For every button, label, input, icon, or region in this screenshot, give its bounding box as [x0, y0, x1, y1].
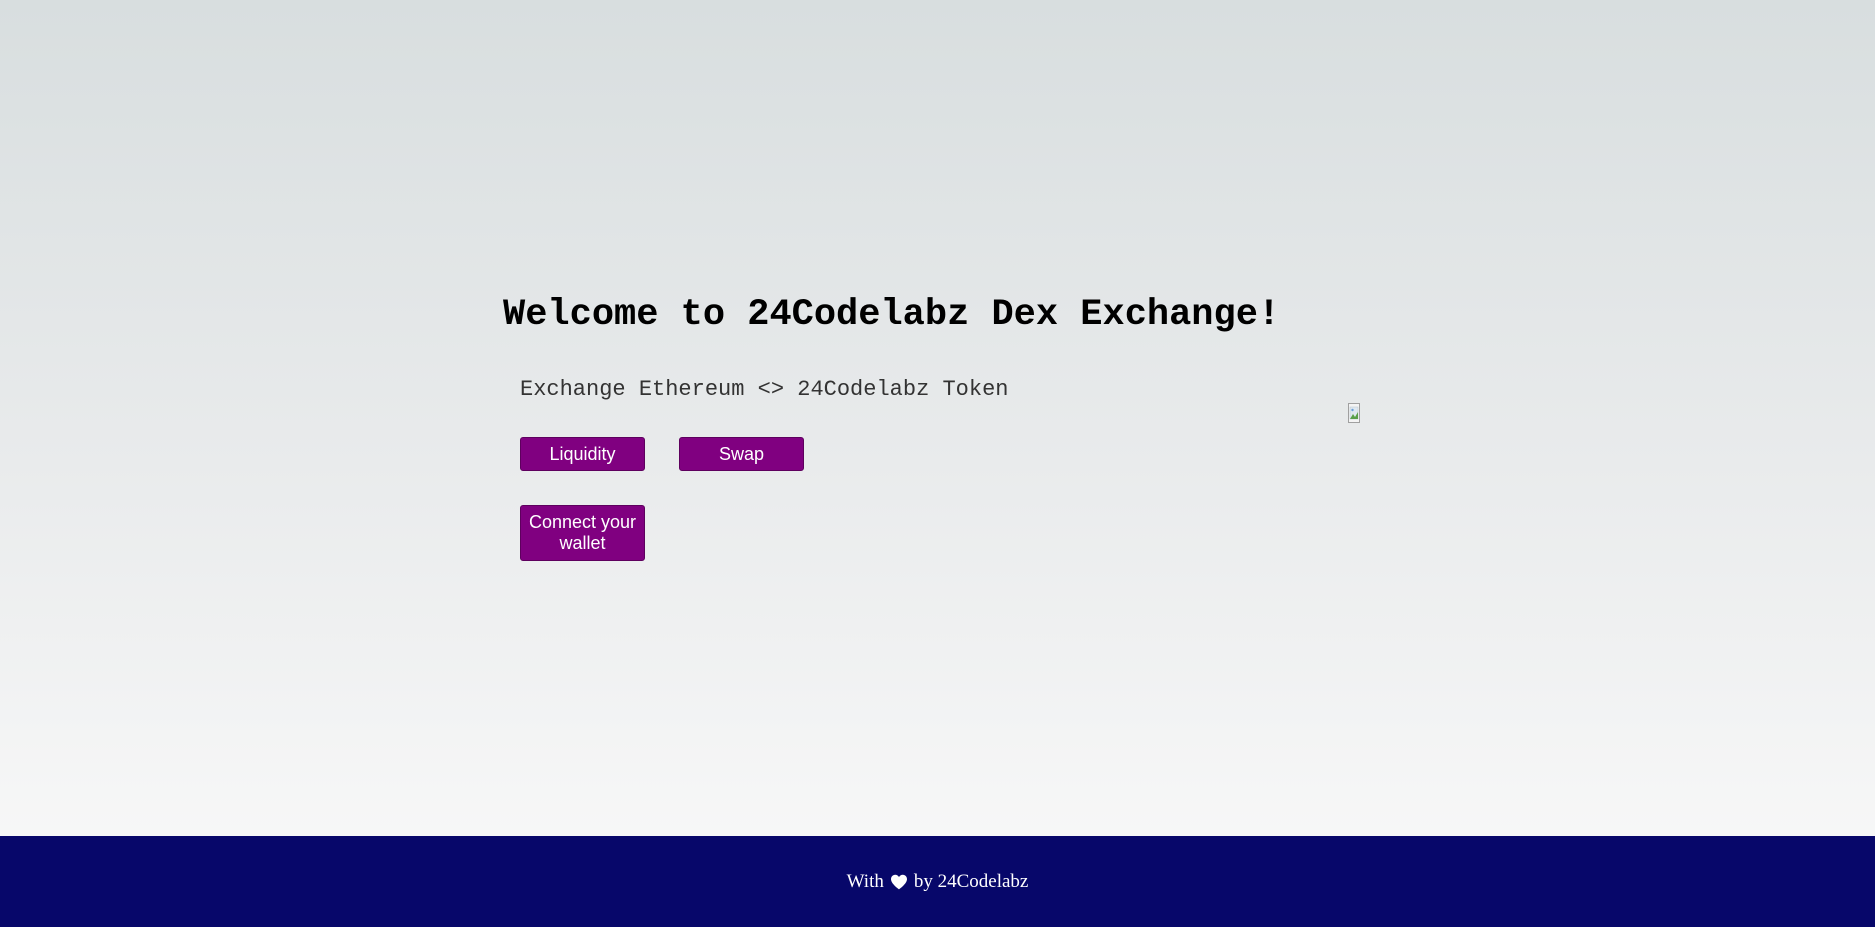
footer: With by 24Codelabz — [0, 836, 1875, 927]
liquidity-button[interactable]: Liquidity — [520, 437, 645, 471]
page-title: Welcome to 24Codelabz Dex Exchange! — [503, 294, 1281, 336]
page-subtitle: Exchange Ethereum <> 24Codelabz Token — [520, 377, 1009, 402]
footer-prefix: With — [846, 870, 884, 892]
broken-image-icon — [1348, 403, 1360, 423]
swap-button[interactable]: Swap — [679, 437, 804, 471]
footer-suffix: by 24Codelabz — [913, 870, 1029, 892]
connect-wallet-button[interactable]: Connect your wallet — [520, 505, 645, 561]
main-content: Welcome to 24Codelabz Dex Exchange! Exch… — [0, 0, 1875, 836]
heart-icon — [890, 874, 907, 889]
